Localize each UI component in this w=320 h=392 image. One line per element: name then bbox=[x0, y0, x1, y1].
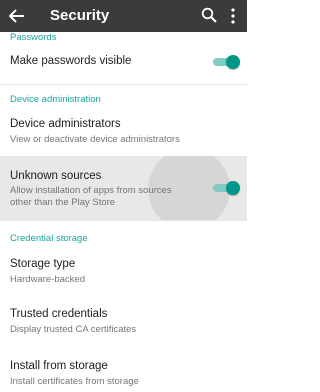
trusted-credentials-row[interactable]: Trusted credentials Display trusted CA c… bbox=[0, 300, 247, 346]
section-header-passwords: Passwords bbox=[10, 32, 57, 43]
trusted-credentials-title: Trusted credentials bbox=[10, 308, 108, 320]
unknown-sources-title: Unknown sources bbox=[10, 170, 102, 182]
switch-thumb bbox=[226, 181, 240, 195]
page-title: Security bbox=[50, 7, 110, 24]
storage-type-summary: Hardware-backed bbox=[10, 274, 85, 285]
search-icon[interactable] bbox=[201, 7, 217, 23]
divider bbox=[0, 84, 247, 85]
make-passwords-visible-row[interactable]: Make passwords visible bbox=[0, 44, 247, 84]
install-from-storage-summary: Install certificates from storage bbox=[10, 376, 139, 387]
more-vert-icon[interactable] bbox=[229, 7, 237, 25]
make-passwords-visible-title: Make passwords visible bbox=[10, 55, 132, 67]
make-passwords-visible-switch[interactable] bbox=[210, 54, 240, 70]
section-header-device-administration: Device administration bbox=[10, 94, 101, 105]
install-from-storage-row[interactable]: Install from storage Install certificate… bbox=[0, 352, 247, 392]
device-administrators-title: Device administrators bbox=[10, 118, 121, 130]
storage-type-title: Storage type bbox=[10, 258, 76, 270]
section-header-credential-storage: Credential storage bbox=[10, 233, 88, 244]
trusted-credentials-summary: Display trusted CA certificates bbox=[10, 324, 137, 335]
unknown-sources-row[interactable]: Unknown sources Allow installation of ap… bbox=[0, 156, 247, 220]
switch-thumb bbox=[226, 55, 240, 69]
app-bar: Security bbox=[0, 0, 247, 32]
storage-type-row: Storage type Hardware-backed bbox=[0, 250, 247, 296]
device-administrators-row[interactable]: Device administrators View or deactivate… bbox=[0, 110, 247, 156]
device-administrators-summary: View or deactivate device administrators bbox=[10, 134, 180, 145]
divider bbox=[0, 220, 247, 221]
install-from-storage-title: Install from storage bbox=[10, 360, 108, 372]
unknown-sources-summary: Allow installation of apps from sources … bbox=[10, 185, 172, 208]
arrow-back-icon[interactable] bbox=[9, 9, 25, 23]
unknown-sources-switch[interactable] bbox=[210, 180, 240, 196]
